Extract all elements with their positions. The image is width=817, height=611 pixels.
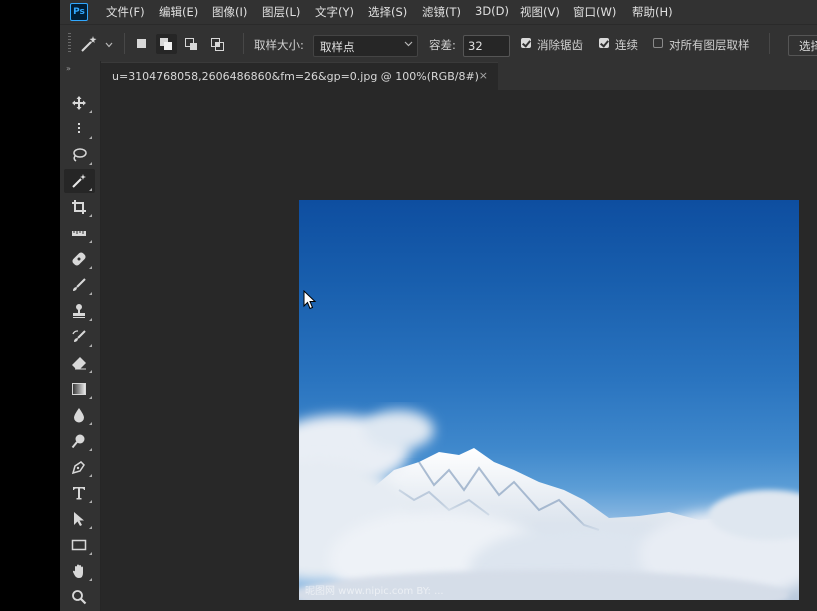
anti-alias-label: 消除锯齿 (537, 38, 583, 52)
document-tab[interactable]: u=3104768058,2606486860&fm=26&gp=0.jpg @… (101, 62, 498, 91)
sample-size-value: 取样点 (320, 40, 355, 54)
menu-image[interactable]: 图像(I) (212, 4, 247, 20)
magic-wand-tool-button[interactable] (64, 169, 95, 193)
magic-wand-icon (72, 174, 86, 188)
intersect-selection-button[interactable] (207, 34, 228, 54)
menu-3d[interactable]: 3D(D) (475, 4, 509, 18)
select-subject-button[interactable]: 选择 (788, 35, 817, 56)
close-tab-icon[interactable]: × (479, 69, 488, 82)
move-tool-button[interactable] (64, 91, 95, 115)
tolerance-label: 容差: (429, 38, 456, 52)
brush-icon (73, 278, 86, 291)
pen-tool-button[interactable] (64, 455, 95, 479)
photoshop-logo-icon[interactable]: Ps (70, 3, 88, 21)
ruler-tool-button[interactable] (64, 221, 95, 245)
sample-all-layers-checkbox[interactable] (653, 38, 663, 48)
subtract-from-selection-button[interactable] (181, 34, 202, 54)
add-selection-icon (160, 38, 172, 50)
marquee-tool-button[interactable] (64, 117, 95, 141)
crop-icon (72, 200, 86, 214)
history-brush-icon (72, 330, 86, 342)
image-watermark: 昵图网 www.nipic.com BY: ... (305, 586, 444, 597)
collapse-panel-icon[interactable]: » (66, 64, 71, 73)
move-icon (72, 96, 86, 110)
menu-window[interactable]: 窗口(W) (573, 4, 616, 20)
menu-help[interactable]: 帮助(H) (632, 4, 673, 20)
rectangle-icon (71, 539, 87, 551)
document-tab-title: u=3104768058,2606486860&fm=26&gp=0.jpg @… (112, 70, 479, 83)
menu-type[interactable]: 文字(Y) (315, 4, 354, 20)
menu-select[interactable]: 选择(S) (368, 4, 407, 20)
brush-tool-button[interactable] (64, 273, 95, 297)
contiguous-label: 连续 (615, 38, 638, 52)
crop-tool-button[interactable] (64, 195, 95, 219)
rectangle-tool-button[interactable] (64, 533, 95, 557)
separator (769, 33, 770, 54)
stamp-icon (73, 304, 85, 318)
menu-filter[interactable]: 滤镜(T) (422, 4, 461, 20)
clone-stamp-tool-button[interactable] (64, 299, 95, 323)
lasso-icon (73, 148, 87, 162)
tolerance-input[interactable]: 32 (463, 35, 510, 57)
blur-tool-button[interactable] (64, 403, 95, 427)
eraser-icon (72, 357, 86, 370)
bandage-icon (72, 252, 86, 266)
chevron-down-icon (404, 41, 413, 47)
hand-tool-button[interactable] (64, 559, 95, 583)
new-selection-icon (137, 39, 146, 48)
new-selection-button[interactable] (131, 34, 152, 54)
dodge-icon (71, 434, 85, 449)
menu-edit[interactable]: 编辑(E) (159, 4, 198, 20)
intersect-selection-icon (211, 38, 224, 51)
anti-alias-checkbox[interactable] (521, 38, 531, 48)
gradient-tool-button[interactable] (64, 377, 95, 401)
photoshop-window: Ps 文件(F) 编辑(E) 图像(I) 图层(L) 文字(Y) 选择(S) 滤… (60, 0, 817, 611)
tool-preset-picker[interactable] (80, 34, 116, 54)
menu-bar: Ps 文件(F) 编辑(E) 图像(I) 图层(L) 文字(Y) 选择(S) 滤… (60, 0, 817, 24)
pen-icon (71, 461, 85, 475)
menu-view[interactable]: 视图(V) (520, 4, 560, 20)
tolerance-value: 32 (468, 39, 483, 53)
healing-brush-tool-button[interactable] (64, 247, 95, 271)
subtract-selection-icon (185, 38, 197, 50)
mouse-cursor-icon (303, 290, 317, 310)
snowy-mountain-clouds-illustration (299, 410, 799, 600)
sample-all-layers-label: 对所有图层取样 (669, 38, 750, 52)
type-tool-button[interactable] (64, 481, 95, 505)
marquee-icon (78, 123, 80, 135)
tools-panel: » (60, 61, 101, 611)
dodge-tool-button[interactable] (64, 429, 95, 453)
zoom-tool-button[interactable] (64, 585, 95, 609)
arrow-pointer-icon (74, 512, 84, 526)
ruler-icon (72, 231, 86, 236)
separator (124, 33, 125, 54)
contiguous-checkbox[interactable] (599, 38, 609, 48)
select-subject-label: 选择 (799, 39, 817, 53)
magnifier-icon (72, 590, 87, 605)
options-bar: 取样大小: 取样点 容差: 32 消除锯齿 连续 对所有图层取样 选择 (60, 24, 817, 62)
sample-size-select[interactable]: 取样点 (313, 35, 418, 57)
magic-wand-icon (81, 36, 97, 52)
sample-size-label: 取样大小: (254, 38, 304, 52)
options-grip[interactable] (68, 33, 71, 53)
chevron-down-icon (105, 42, 113, 48)
document-image[interactable]: 昵图网 www.nipic.com BY: ... (299, 200, 799, 600)
eraser-tool-button[interactable] (64, 351, 95, 375)
menu-layer[interactable]: 图层(L) (262, 4, 300, 20)
document-tab-bar: u=3104768058,2606486860&fm=26&gp=0.jpg @… (101, 61, 817, 91)
gradient-icon (72, 383, 86, 395)
separator (243, 33, 244, 54)
canvas-area[interactable]: 昵图网 www.nipic.com BY: ... (101, 90, 817, 611)
type-icon (73, 487, 85, 500)
hand-icon (72, 564, 83, 578)
path-selection-tool-button[interactable] (64, 507, 95, 531)
add-to-selection-button[interactable] (156, 34, 177, 54)
history-brush-tool-button[interactable] (64, 325, 95, 349)
menu-file[interactable]: 文件(F) (106, 4, 145, 20)
lasso-tool-button[interactable] (64, 143, 95, 167)
water-drop-icon (74, 408, 84, 423)
